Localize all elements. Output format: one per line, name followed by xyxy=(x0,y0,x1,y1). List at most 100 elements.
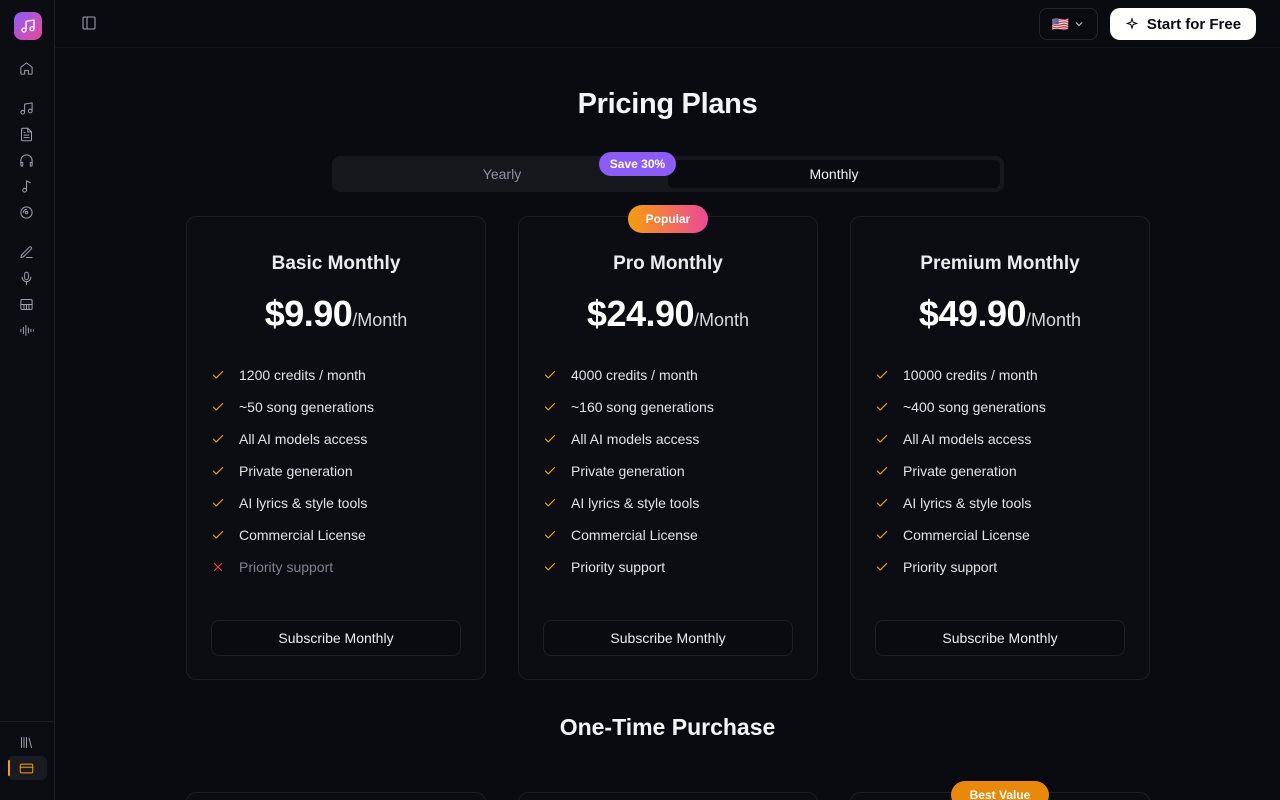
sidebar-item-music[interactable] xyxy=(16,98,36,118)
feature-label: Priority support xyxy=(571,559,666,575)
sidebar-item-library[interactable] xyxy=(16,732,36,752)
feature-label: Commercial License xyxy=(239,527,366,543)
price-period: /Month xyxy=(352,310,408,330)
sidebar-item-pricing[interactable] xyxy=(16,758,36,778)
disc-icon xyxy=(19,205,33,219)
feature-item: Private generation xyxy=(211,455,374,487)
start-button-label: Start for Free xyxy=(1146,15,1242,33)
feature-label: AI lyrics & style tools xyxy=(903,495,1032,511)
feature-label: Priority support xyxy=(903,559,998,575)
language-selector[interactable]: 🇺🇸 xyxy=(1039,8,1098,40)
price-period: /Month xyxy=(694,310,750,330)
feature-item: All AI models access xyxy=(543,423,714,455)
save-badge: Save 30% xyxy=(599,152,676,176)
check-icon xyxy=(211,368,239,382)
sidebar-item-disc[interactable] xyxy=(16,202,36,222)
check-icon xyxy=(875,496,903,510)
sidebar-divider xyxy=(0,721,55,722)
feature-item: 4000 credits / month xyxy=(543,359,714,391)
feature-item: AI lyrics & style tools xyxy=(875,487,1046,519)
sidebar xyxy=(0,0,55,800)
subscribe-button[interactable]: Subscribe Monthly xyxy=(543,620,793,656)
feature-label: Commercial License xyxy=(903,527,1030,543)
feature-label: ~50 song generations xyxy=(239,399,375,415)
sidebar-item-home[interactable] xyxy=(16,58,36,78)
plan-card-pro: Pro Monthly $24.90/Month 4000 credits / … xyxy=(518,216,818,680)
feature-list: 10000 credits / month ~400 song generatio… xyxy=(875,359,1046,583)
price-amount: $24.90 xyxy=(586,293,695,334)
feature-label: ~400 song generations xyxy=(903,399,1046,415)
price-amount: $49.90 xyxy=(918,293,1027,334)
sidebar-item-listen[interactable] xyxy=(16,150,36,170)
feature-label: AI lyrics & style tools xyxy=(239,495,368,511)
sidebar-item-note[interactable] xyxy=(16,176,36,196)
sidebar-item-lyrics[interactable] xyxy=(16,124,36,144)
subscribe-button[interactable]: Subscribe Monthly xyxy=(211,620,461,656)
plan-name: Premium Monthly xyxy=(920,253,1080,274)
check-icon xyxy=(875,432,903,446)
price-amount: $9.90 xyxy=(264,293,353,334)
page-title: Pricing Plans xyxy=(577,88,758,120)
sidebar-panel-icon xyxy=(82,16,96,30)
start-for-free-button[interactable]: Start for Free xyxy=(1110,8,1256,40)
check-icon xyxy=(543,560,571,574)
plan-price: $24.90/Month xyxy=(519,293,817,335)
feature-item: AI lyrics & style tools xyxy=(543,487,714,519)
price-period: /Month xyxy=(1026,310,1082,330)
feature-item: Commercial License xyxy=(875,519,1046,551)
check-icon xyxy=(543,368,571,382)
sidebar-item-vocal[interactable] xyxy=(16,268,36,288)
plan-card-premium: Premium Monthly $49.90/Month 10000 credi… xyxy=(850,216,1150,680)
app-root: 🇺🇸 Start for Free Pricing Plans Yearly M… xyxy=(0,0,1280,800)
headphones-icon xyxy=(19,153,33,167)
feature-label: Private generation xyxy=(239,463,353,479)
feature-item: 10000 credits / month xyxy=(875,359,1046,391)
feature-item: ~400 song generations xyxy=(875,391,1046,423)
feature-label: 4000 credits / month xyxy=(571,367,698,383)
check-icon xyxy=(543,432,571,446)
check-icon xyxy=(875,368,903,382)
check-icon xyxy=(543,464,571,478)
feature-item: ~160 song generations xyxy=(543,391,714,423)
feature-item: Priority support xyxy=(211,551,374,583)
waveform-icon xyxy=(19,324,34,336)
feature-list: 1200 credits / month ~50 song generations… xyxy=(211,359,374,583)
music-note-icon xyxy=(19,101,33,115)
feature-item: Priority support xyxy=(875,551,1046,583)
check-icon xyxy=(211,496,239,510)
feature-label: All AI models access xyxy=(903,431,1032,447)
feature-label: Commercial License xyxy=(571,527,698,543)
one-time-card xyxy=(186,792,486,800)
check-icon xyxy=(875,400,903,414)
check-icon xyxy=(875,560,903,574)
check-icon xyxy=(211,464,239,478)
feature-label: 1200 credits / month xyxy=(239,367,366,383)
app-logo[interactable] xyxy=(14,12,42,40)
tab-monthly[interactable]: Monthly xyxy=(668,160,1000,188)
feature-label: ~160 song generations xyxy=(571,399,714,415)
sidebar-item-instrument[interactable] xyxy=(16,294,36,314)
check-icon xyxy=(211,432,239,446)
feature-item: AI lyrics & style tools xyxy=(211,487,374,519)
subscribe-button[interactable]: Subscribe Monthly xyxy=(875,620,1125,656)
plan-price: $9.90/Month xyxy=(187,293,485,335)
feature-label: Priority support xyxy=(239,559,334,575)
credit-card-icon xyxy=(19,763,33,773)
sidebar-item-audio[interactable] xyxy=(16,320,36,340)
feature-label: All AI models access xyxy=(571,431,700,447)
one-time-card xyxy=(518,792,818,800)
plan-name: Pro Monthly xyxy=(613,253,723,274)
topbar: 🇺🇸 Start for Free xyxy=(55,0,1280,48)
feature-item: 1200 credits / month xyxy=(211,359,374,391)
sidebar-item-write[interactable] xyxy=(16,242,36,262)
check-icon xyxy=(211,528,239,542)
toggle-sidebar-button[interactable] xyxy=(81,15,99,33)
sparkle-icon xyxy=(1125,17,1139,30)
feature-item: Commercial License xyxy=(543,519,714,551)
feature-item: ~50 song generations xyxy=(211,391,374,423)
check-icon xyxy=(543,400,571,414)
feature-item: Commercial License xyxy=(211,519,374,551)
check-icon xyxy=(875,464,903,478)
best-value-badge: Best Value xyxy=(951,781,1049,800)
cross-icon xyxy=(211,560,239,574)
